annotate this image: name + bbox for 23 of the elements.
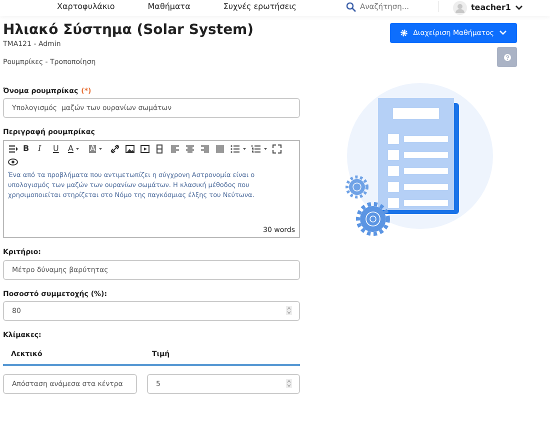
spinner-icon[interactable]: [286, 379, 292, 388]
caret-icon: [264, 148, 267, 150]
question-icon: [504, 54, 510, 60]
page-title: Ηλιακό Σύστημα (Solar System): [3, 22, 254, 39]
caret-icon: [99, 148, 102, 150]
search-icon: [346, 2, 356, 12]
user-name[interactable]: teacher1: [470, 2, 511, 14]
highlight-button[interactable]: A: [89, 144, 110, 154]
spinner-icon[interactable]: [286, 306, 292, 316]
caret-icon: [76, 148, 80, 150]
caret-icon: [243, 148, 246, 150]
avatar-icon: [452, 1, 467, 15]
underline-button[interactable]: U: [53, 144, 68, 154]
italic-button[interactable]: I: [38, 144, 53, 154]
rich-text-editor[interactable]: [3, 140, 300, 238]
chevron-down-icon: [499, 30, 507, 36]
nav-link[interactable]: Χαρτοφυλάκιο: [57, 1, 115, 13]
nav-link[interactable]: Συχνές ερωτήσεις: [223, 1, 296, 13]
chevron-down-icon: [515, 5, 523, 11]
text-color-button[interactable]: A: [68, 144, 89, 154]
gear-icon: [400, 29, 408, 37]
bold-button[interactable]: B: [23, 144, 38, 154]
nav-link[interactable]: Μαθήματα: [148, 1, 190, 13]
